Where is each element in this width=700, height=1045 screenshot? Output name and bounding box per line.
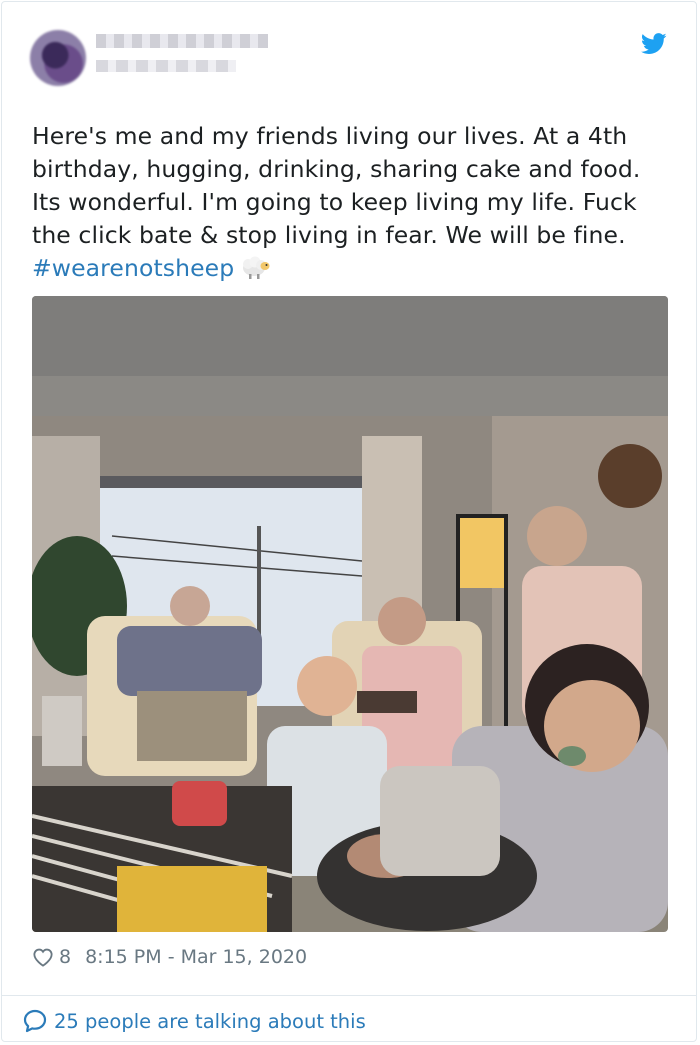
heart-icon[interactable] <box>32 947 54 967</box>
tweet-line: the click bate & stop living in fear. We… <box>32 221 626 249</box>
photo-illustration <box>32 296 668 932</box>
tweet-photo[interactable] <box>32 296 668 932</box>
hashtag-line: #wearenotsheep <box>32 252 672 285</box>
timestamp-link[interactable]: 8:15 PM - Mar 15, 2020 <box>85 946 307 968</box>
tweet-meta: 8 8:15 PM - Mar 15, 2020 <box>32 944 307 970</box>
tweet-text: Here's me and my friends living our live… <box>32 120 672 285</box>
tweet-line: birthday, hugging, drinking, sharing cak… <box>32 155 641 183</box>
like-count[interactable]: 8 <box>59 946 71 968</box>
author-handle-blurred[interactable] <box>96 60 236 72</box>
conversation-link[interactable]: 25 people are talking about this <box>22 1007 366 1035</box>
speech-bubble-icon <box>23 1009 47 1033</box>
avatar[interactable] <box>30 30 86 86</box>
sheep-icon <box>243 256 270 279</box>
hashtag-link[interactable]: #wearenotsheep <box>32 254 234 282</box>
author-name-blurred[interactable] <box>96 34 268 48</box>
tweet-line: Its wonderful. I'm going to keep living … <box>32 188 637 216</box>
divider <box>1 995 697 996</box>
conversation-label[interactable]: 25 people are talking about this <box>54 1010 366 1033</box>
twitter-bird-icon[interactable] <box>641 33 667 55</box>
tweet-line: Here's me and my friends living our live… <box>32 122 628 150</box>
